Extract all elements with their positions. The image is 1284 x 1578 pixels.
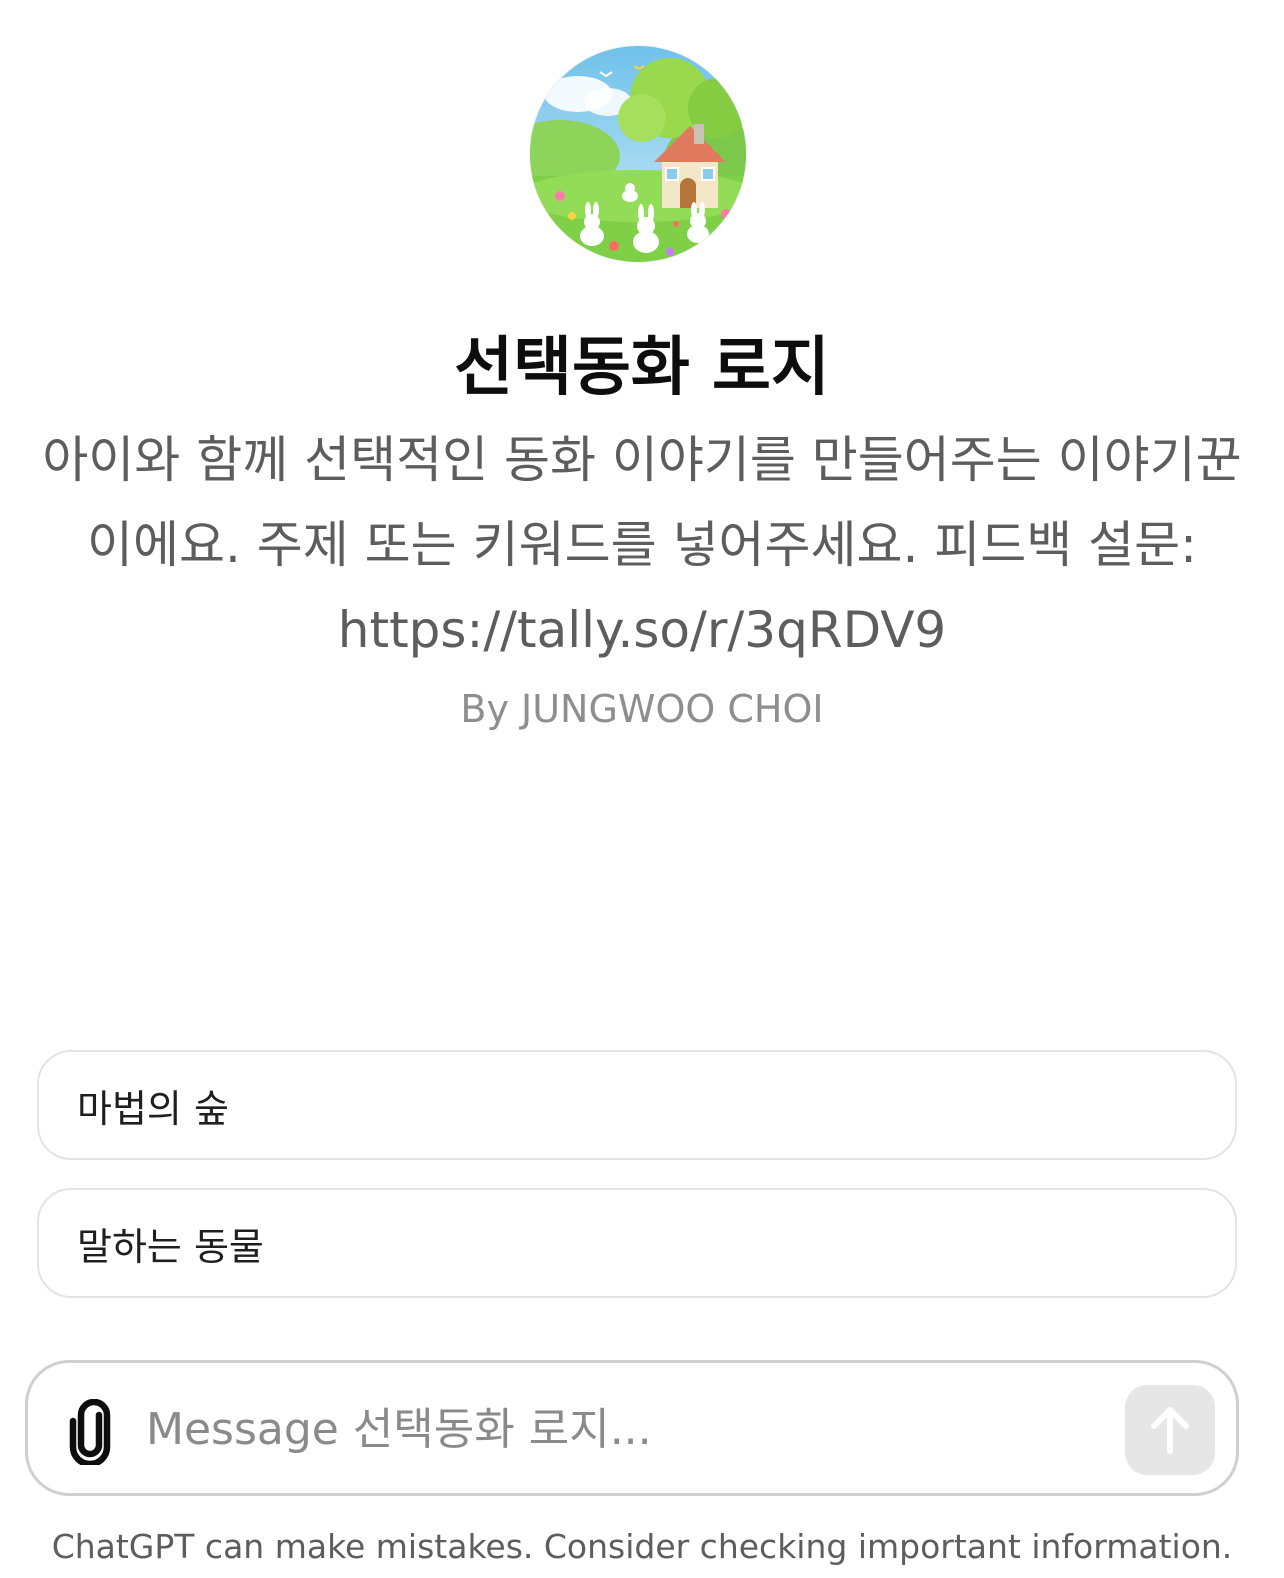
conversation-starter[interactable]: 말하는 동물 xyxy=(37,1188,1237,1298)
conversation-starter[interactable]: 마법의 숲 xyxy=(37,1050,1237,1160)
message-composer xyxy=(25,1360,1239,1496)
gpt-avatar xyxy=(530,46,746,262)
send-button[interactable] xyxy=(1125,1385,1215,1475)
gpt-description: 아이와 함께 선택적인 동화 이야기를 만들어주는 이야기꾼이에요. 주제 또는… xyxy=(42,431,1242,659)
arrow-up-icon xyxy=(1151,1407,1189,1454)
disclaimer-text: ChatGPT can make mistakes. Consider chec… xyxy=(51,1527,1233,1566)
paperclip-icon[interactable] xyxy=(66,1399,118,1465)
gpt-author: By JUNGWOO CHOI xyxy=(460,687,824,731)
conversation-starter-label: 마법의 숲 xyxy=(77,1086,229,1131)
gpt-name: 선택동화 로지 xyxy=(454,331,830,405)
fairytale-cottage-bunnies-avatar xyxy=(530,46,746,262)
message-input[interactable] xyxy=(146,1389,1106,1469)
conversation-starter-label: 말하는 동물 xyxy=(77,1224,264,1269)
